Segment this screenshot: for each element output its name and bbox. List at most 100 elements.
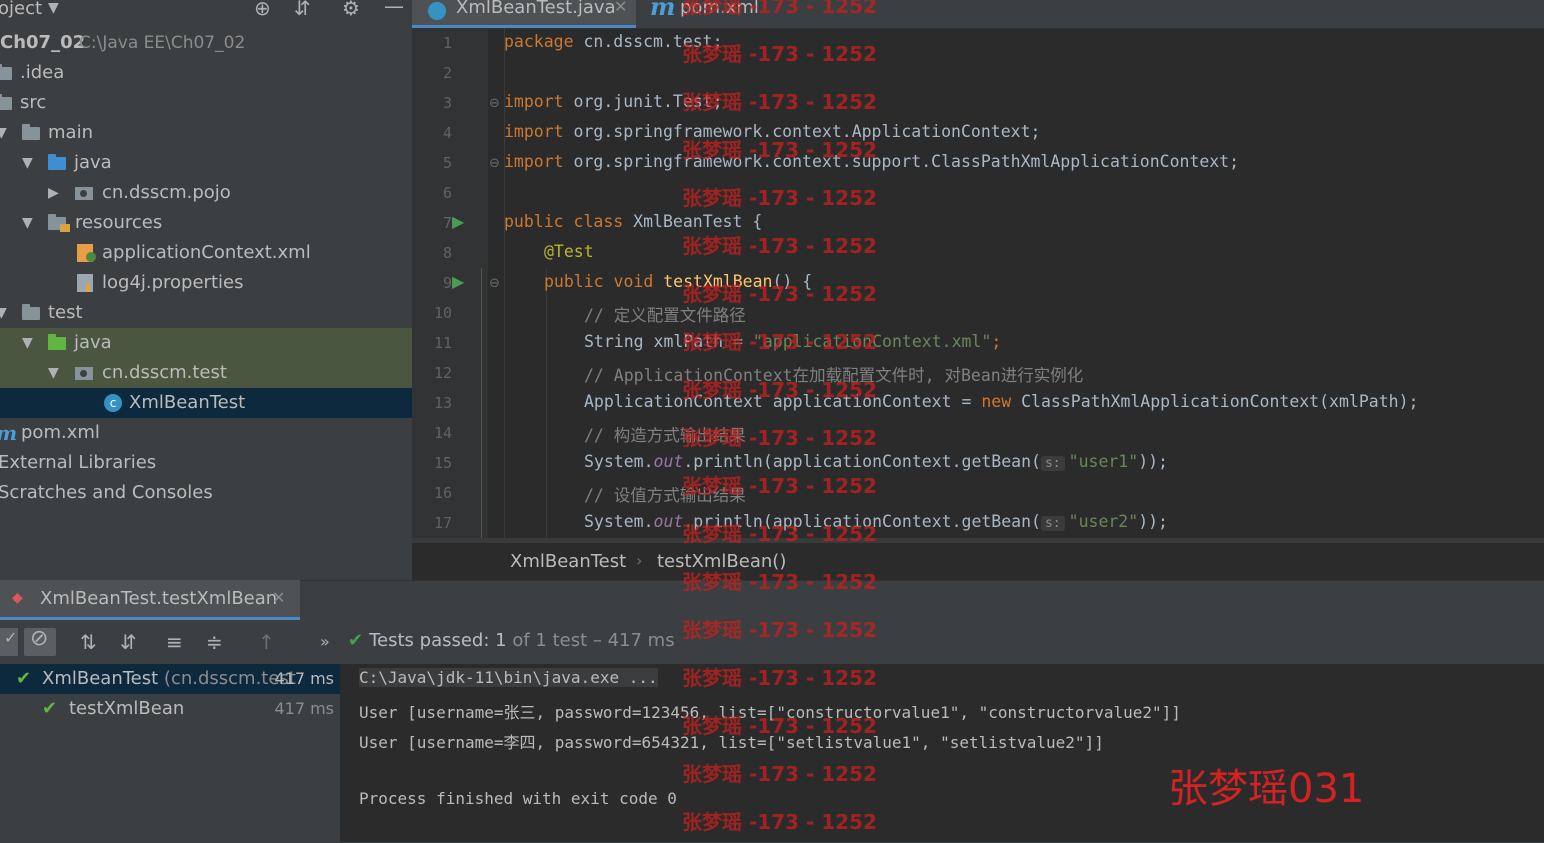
collapse-all-icon[interactable]: ⇵ [294, 0, 311, 20]
tree-item-label: .idea [20, 62, 65, 83]
sort-duration-icon[interactable]: ⇵ [120, 630, 137, 654]
code-static-field: out [653, 452, 684, 471]
test-results-tree: ✔ XmlBeanTest (cn.dsscm.test 417 ms ✔ te… [0, 664, 341, 842]
code-keyword: import [504, 152, 564, 171]
chevron-down-icon[interactable]: ▼ [22, 148, 33, 178]
console-command-line[interactable]: C:\Java\jdk-11\bin\java.exe ... [359, 668, 658, 687]
close-icon[interactable]: ✕ [272, 588, 285, 607]
maven-icon: m [0, 418, 17, 448]
code-keyword: public void [544, 272, 654, 291]
run-tab[interactable]: ◆ XmlBeanTest.testXmlBean ✕ [0, 580, 300, 620]
test-row-class[interactable]: ✔ XmlBeanTest (cn.dsscm.test 417 ms [0, 664, 340, 694]
tree-item-main[interactable]: ▼ main [0, 118, 412, 148]
tree-item-root[interactable]: Ch07_02 C:\Java EE\Ch07_02 [0, 28, 412, 58]
tree-item-log4j[interactable]: log4j.properties [0, 268, 412, 298]
folder-icon [22, 304, 40, 320]
code-annotation: @Test [544, 242, 594, 261]
folder-icon [0, 64, 12, 80]
tree-item-external-libraries[interactable]: External Libraries [0, 448, 412, 478]
class-icon [428, 2, 446, 20]
arrow-up-icon[interactable]: ↑ [258, 630, 275, 654]
watermark: 张梦瑶 -173 - 1252 [682, 42, 877, 66]
chevron-down-icon[interactable]: ▼ [48, 358, 59, 388]
code-text: )); [1138, 512, 1168, 531]
project-panel-title[interactable]: oject [0, 0, 42, 19]
check-icon: ✔ [16, 668, 32, 689]
tree-item-pojo[interactable]: ▶ cn.dsscm.pojo [0, 178, 412, 208]
check-icon: ✔ [42, 698, 58, 719]
code-line-7: public class XmlBeanTest { [504, 212, 762, 231]
watermark: 张梦瑶 -173 - 1252 [682, 714, 877, 738]
tree-item-test[interactable]: ▼ test [0, 298, 412, 328]
code-text: System. [584, 512, 654, 531]
status-detail: of 1 test – 417 ms [512, 630, 675, 651]
tree-item-label: applicationContext.xml [102, 242, 311, 263]
properties-file-icon [77, 274, 93, 292]
watermark: 张梦瑶 -173 - 1252 [682, 570, 877, 594]
code-static-field: out [653, 512, 684, 531]
tree-item-label: XmlBeanTest [129, 392, 246, 413]
test-duration: 417 ms [274, 699, 334, 718]
watermark: 张梦瑶 -173 - 1252 [682, 762, 877, 786]
watermark: 张梦瑶 -173 - 1252 [682, 810, 877, 834]
code-keyword: import [504, 122, 564, 141]
watermark: 张梦瑶 -173 - 1252 [682, 90, 877, 114]
breadcrumb: XmlBeanTest › testXmlBean() [412, 542, 1544, 581]
chevron-down-icon[interactable]: ▼ [0, 298, 7, 328]
chevron-down-icon[interactable]: ▼ [22, 208, 33, 238]
root-name: Ch07_02 [0, 32, 86, 53]
tree-item-idea[interactable]: .idea [0, 58, 412, 88]
folder-icon [0, 94, 12, 110]
code-line-8: @Test [544, 242, 594, 261]
sort-alpha-icon[interactable]: ⇅ [80, 630, 97, 654]
tree-item-label: cn.dsscm.test [102, 362, 227, 383]
test-duration: 417 ms [274, 669, 334, 688]
expand-all-icon[interactable]: ≡ [166, 630, 183, 654]
class-icon: c [104, 394, 122, 412]
tree-item-resources[interactable]: ▼ resources [0, 208, 412, 238]
code-text: ; [991, 332, 1002, 351]
breadcrumb-class[interactable]: XmlBeanTest [510, 551, 626, 572]
test-name: XmlBeanTest [42, 668, 159, 689]
run-tab-label: XmlBeanTest.testXmlBean [40, 588, 278, 609]
gear-icon[interactable]: ⚙ [342, 0, 360, 20]
tree-item-pom[interactable]: m pom.xml [0, 418, 412, 448]
package-icon [75, 187, 93, 200]
code-editor[interactable]: package cn.dsscm.test; import org.junit.… [412, 28, 1544, 540]
maven-icon: m [650, 0, 676, 21]
watermark: 张梦瑶 -173 - 1252 [682, 666, 877, 690]
watermark: 张梦瑶 -173 - 1252 [682, 138, 877, 162]
tree-item-appcontext[interactable]: applicationContext.xml [0, 238, 412, 268]
watermark: 张梦瑶 -173 - 1252 [682, 0, 877, 18]
code-text: ClassPathXmlApplicationContext(xmlPath); [1011, 392, 1419, 411]
chevron-down-icon[interactable]: ▼ [0, 118, 7, 148]
tab-label: XmlBeanTest.java [456, 0, 616, 18]
console-output[interactable]: C:\Java\jdk-11\bin\java.exe ... User [us… [341, 664, 1544, 842]
spring-badge-icon [86, 252, 96, 262]
chevron-down-icon[interactable]: ▼ [22, 328, 33, 358]
watermark: 张梦瑶 -173 - 1252 [682, 474, 877, 498]
resources-badge-icon [60, 224, 70, 232]
watermark: 张梦瑶 -173 - 1252 [682, 282, 877, 306]
tree-item-xmlbeantest[interactable]: c XmlBeanTest [0, 388, 412, 418]
tree-item-src[interactable]: src [0, 88, 412, 118]
collapse-all-icon[interactable]: ≑ [206, 630, 223, 654]
more-icon[interactable]: » [320, 632, 330, 651]
tree-item-test-java[interactable]: ▼ java [0, 328, 412, 358]
tree-item-test-package[interactable]: ▼ cn.dsscm.test [0, 358, 412, 388]
close-icon[interactable]: ✕ [614, 0, 627, 16]
tree-item-main-java[interactable]: ▼ java [0, 148, 412, 178]
tree-item-label: External Libraries [0, 452, 157, 473]
test-row-method[interactable]: ✔ testXmlBean 417 ms [0, 694, 340, 724]
tab-xmlbeantest-java[interactable]: XmlBeanTest.java ✕ [412, 0, 636, 28]
chevron-right-icon[interactable]: ▶ [48, 178, 59, 208]
test-status: ✔ Tests passed: 1 of 1 test – 417 ms [348, 630, 675, 651]
source-folder-icon [48, 154, 66, 170]
chevron-down-icon[interactable]: ▼ [48, 0, 59, 16]
check-icon: ✓ [4, 628, 18, 647]
status-count: 1 [495, 630, 507, 651]
code-string: "user2" [1068, 512, 1139, 531]
minimize-icon[interactable]: — [384, 0, 404, 18]
tree-item-scratches[interactable]: Scratches and Consoles [0, 478, 412, 508]
locate-icon[interactable]: ⊕ [254, 0, 271, 20]
